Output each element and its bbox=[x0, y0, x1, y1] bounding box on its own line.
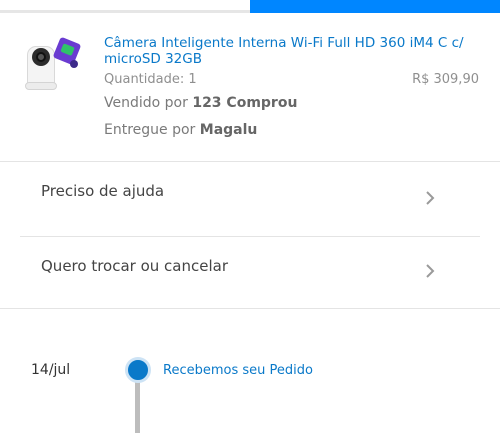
tab-indicator-inactive bbox=[0, 10, 250, 13]
delivered-by-prefix: Entregue por bbox=[104, 122, 196, 138]
camera-lens-shape bbox=[36, 52, 46, 62]
sold-by-line: Vendido por 123 Comprou bbox=[104, 95, 297, 111]
chevron-right-icon bbox=[426, 191, 435, 205]
tab-progress-bar bbox=[0, 0, 500, 13]
product-card[interactable]: Câmera Inteligente Interna Wi-Fi Full HD… bbox=[0, 22, 500, 162]
delivery-store-name: Magalu bbox=[199, 122, 258, 138]
help-menu-item[interactable]: Preciso de ajuda bbox=[0, 170, 500, 230]
product-title-link[interactable]: Câmera Inteligente Interna Wi-Fi Full HD… bbox=[104, 35, 484, 67]
divider bbox=[0, 308, 500, 309]
divider bbox=[0, 161, 500, 162]
microsd-badge-shape bbox=[70, 60, 78, 68]
camera-base-shape bbox=[25, 82, 57, 90]
chevron-right-icon bbox=[426, 264, 435, 278]
sold-by-prefix: Vendido por bbox=[104, 95, 188, 111]
product-price: R$ 309,90 bbox=[412, 72, 479, 87]
seller-name: 123 Comprou bbox=[192, 95, 298, 111]
timeline-status: Recebemos seu Pedido bbox=[163, 363, 313, 378]
timeline-date: 14/jul bbox=[31, 362, 71, 378]
order-timeline: 14/jul Recebemos seu Pedido bbox=[0, 340, 500, 433]
delivered-by-line: Entregue por Magalu bbox=[104, 122, 257, 138]
divider bbox=[20, 236, 480, 237]
quantity-label: Quantidade: 1 bbox=[104, 72, 197, 87]
exchange-cancel-menu-item[interactable]: Quero trocar ou cancelar bbox=[0, 245, 500, 305]
exchange-cancel-label: Quero trocar ou cancelar bbox=[41, 257, 228, 275]
help-label: Preciso de ajuda bbox=[41, 182, 165, 200]
product-image[interactable] bbox=[22, 32, 82, 94]
timeline-line bbox=[135, 378, 140, 433]
tab-indicator-active bbox=[250, 0, 500, 13]
timeline-step-dot bbox=[125, 357, 151, 383]
